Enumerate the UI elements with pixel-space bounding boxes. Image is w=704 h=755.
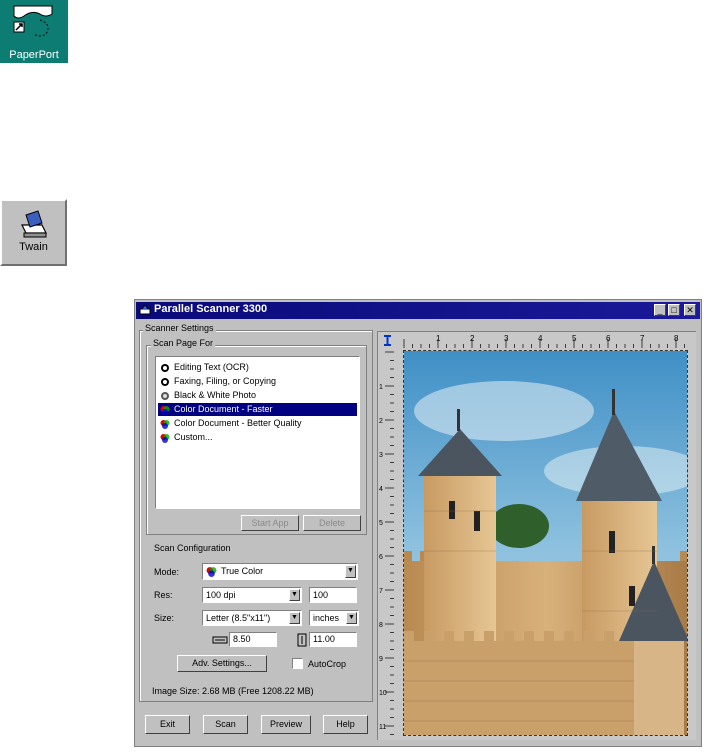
scan-preview-image[interactable] <box>403 350 688 736</box>
width-icon <box>212 636 228 644</box>
list-item[interactable]: Editing Text (OCR) <box>158 361 357 374</box>
ruler-label: 4 <box>379 486 383 493</box>
height-field[interactable]: 11.00 <box>309 632 357 647</box>
close-button[interactable]: ✕ <box>684 304 696 316</box>
adv-settings-button[interactable]: Adv. Settings... <box>177 655 267 672</box>
ruler-units-icon[interactable] <box>381 334 394 347</box>
ruler-label: 2 <box>470 334 475 343</box>
size-select[interactable]: Letter (8.5"x11") ▼ <box>202 610 302 626</box>
list-item[interactable]: Color Document - Better Quality <box>158 417 357 430</box>
ruler-label: 5 <box>379 520 383 527</box>
ruler-label: 8 <box>379 622 383 629</box>
list-item[interactable]: Black & White Photo <box>158 389 357 402</box>
res-custom-field[interactable]: 100 <box>309 587 357 603</box>
ruler-label: 6 <box>379 554 383 561</box>
start-app-button[interactable]: Start App <box>241 515 299 531</box>
dialog-title: Parallel Scanner 3300 <box>154 303 268 315</box>
scanner-icon <box>21 210 47 238</box>
paperport-icon <box>13 5 53 37</box>
ruler-label: 4 <box>538 334 543 343</box>
delete-button[interactable]: Delete <box>303 515 361 531</box>
scan-page-for-label: Scan Page For <box>151 338 216 348</box>
chevron-down-icon[interactable]: ▼ <box>289 612 300 624</box>
scan-config-label: Scan Configuration <box>154 543 231 553</box>
color-doc-icon <box>160 434 170 443</box>
width-field[interactable]: 8.50 <box>229 632 277 647</box>
ruler-label: 5 <box>572 334 577 343</box>
dialog-title-bar[interactable]: Parallel Scanner 3300 _ □ ✕ <box>136 302 700 319</box>
ruler-label: 3 <box>504 334 509 343</box>
mode-label: Mode: <box>154 567 180 577</box>
ruler-label: 10 <box>379 690 387 697</box>
minimize-button[interactable]: _ <box>654 304 666 316</box>
bw-photo-icon <box>161 392 169 400</box>
paperport-desktop-icon[interactable]: PaperPort <box>0 0 68 63</box>
list-item[interactable]: Custom... <box>158 431 357 444</box>
ruler-label: 2 <box>379 418 383 425</box>
list-item[interactable]: Faxing, Filing, or Copying <box>158 375 357 388</box>
ruler-label: 11 <box>379 724 386 731</box>
ruler-label: 8 <box>674 334 679 343</box>
list-item-selected[interactable]: Color Document - Faster <box>158 403 357 416</box>
bw-doc-icon <box>161 378 169 386</box>
chevron-down-icon[interactable]: ▼ <box>345 565 356 578</box>
height-icon <box>297 633 307 647</box>
vertical-ruler: 1 2 3 4 5 6 7 8 9 10 11 <box>379 348 394 738</box>
twain-label: Twain <box>19 241 48 253</box>
horizontal-ruler: 1 2 3 4 5 6 7 8 <box>396 333 694 348</box>
autocrop-label: AutoCrop <box>308 659 347 669</box>
scanner-app-icon <box>139 304 151 315</box>
autocrop-checkbox[interactable] <box>292 658 303 669</box>
res-select[interactable]: 100 dpi ▼ <box>202 587 302 603</box>
color-mode-icon <box>206 567 217 577</box>
bw-doc-icon <box>161 364 169 372</box>
ruler-label: 7 <box>379 588 383 595</box>
chevron-down-icon[interactable]: ▼ <box>289 589 300 601</box>
chevron-down-icon[interactable]: ▼ <box>346 612 357 624</box>
units-select[interactable]: inches ▼ <box>309 610 359 626</box>
help-button[interactable]: Help <box>323 715 368 734</box>
twain-button[interactable]: Twain <box>0 199 67 266</box>
ruler-label: 3 <box>379 452 383 459</box>
ruler-label: 7 <box>640 334 645 343</box>
ruler-label: 1 <box>379 384 383 391</box>
scan-button[interactable]: Scan <box>203 715 248 734</box>
scanner-settings-label: Scanner Settings <box>143 323 216 333</box>
size-label: Size: <box>154 613 175 623</box>
preview-button[interactable]: Preview <box>261 715 311 734</box>
ruler-label: 6 <box>606 334 611 343</box>
color-doc-icon <box>160 406 170 415</box>
color-doc-icon <box>160 420 170 429</box>
scan-page-for-list[interactable]: Editing Text (OCR) Faxing, Filing, or Co… <box>155 356 360 509</box>
ruler-label: 1 <box>436 334 441 343</box>
exit-button[interactable]: Exit <box>145 715 190 734</box>
image-size-text: Image Size: 2.68 MB (Free 1208.22 MB) <box>152 686 314 696</box>
maximize-button[interactable]: □ <box>668 304 680 316</box>
res-label: Res: <box>154 590 173 600</box>
castle-photo <box>404 351 687 735</box>
ruler-label: 9 <box>379 656 383 663</box>
paperport-label: PaperPort <box>9 49 59 61</box>
mode-select[interactable]: True Color ▼ <box>202 563 358 580</box>
